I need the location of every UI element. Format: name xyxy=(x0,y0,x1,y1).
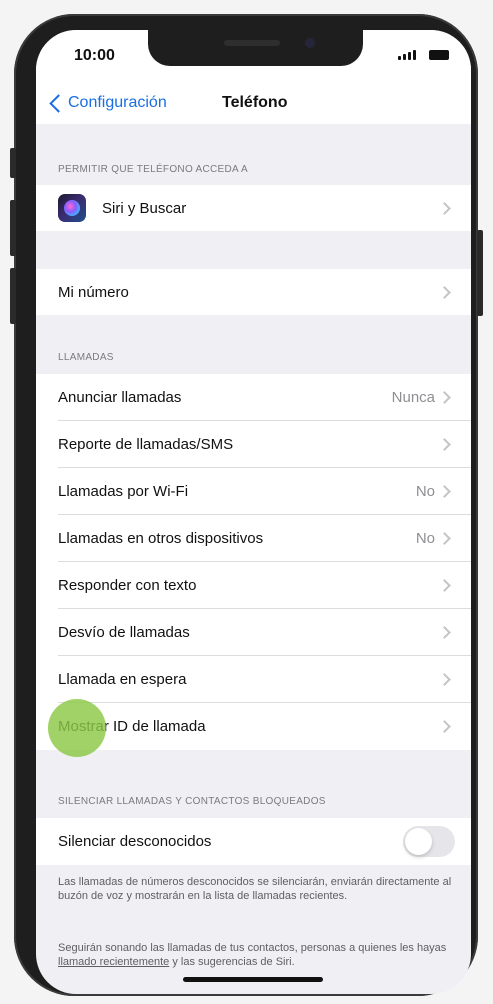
recent-calls-link[interactable]: llamado recientemente xyxy=(58,956,169,968)
row-my-number[interactable]: Mi número xyxy=(36,269,471,315)
chevron-right-icon xyxy=(438,532,451,545)
row-label: Anunciar llamadas xyxy=(58,389,182,406)
row-value: No xyxy=(415,530,435,547)
back-button-label: Configuración xyxy=(68,94,167,111)
chevron-right-icon xyxy=(438,579,451,592)
row-label: Mi número xyxy=(58,283,129,301)
row-label: Silenciar desconocidos xyxy=(58,833,212,850)
row-call-forwarding[interactable]: Desvío de llamadas xyxy=(36,609,471,656)
volume-down-button xyxy=(10,268,16,324)
chevron-right-icon xyxy=(438,485,451,498)
row-call-sms-report[interactable]: Reporte de llamadas/SMS xyxy=(36,421,471,468)
row-wifi-calling[interactable]: Llamadas por Wi-Fi No xyxy=(36,468,471,515)
row-label: Llamada en espera xyxy=(58,671,187,688)
chevron-right-icon xyxy=(438,201,451,215)
silence-unknown-toggle[interactable] xyxy=(403,826,455,857)
row-other-devices[interactable]: Llamadas en otros dispositivos No xyxy=(36,515,471,562)
siri-icon xyxy=(58,194,86,222)
chevron-right-icon xyxy=(438,626,451,639)
row-label: Desvío de llamadas xyxy=(58,624,190,641)
row-silence-unknown[interactable]: Silenciar desconocidos xyxy=(36,818,471,865)
chevron-right-icon xyxy=(438,391,451,404)
touch-indicator xyxy=(48,699,106,757)
row-siri-search[interactable]: Siri y Buscar xyxy=(36,185,471,231)
footnote-text: y las sugerencias de Siri. xyxy=(169,956,295,968)
row-value: Nunca xyxy=(391,389,435,406)
row-call-waiting[interactable]: Llamada en espera xyxy=(36,656,471,703)
navigation-bar: Configuración Teléfono xyxy=(36,82,471,124)
front-camera xyxy=(305,38,315,48)
section-header-calls: LLAMADAS xyxy=(58,352,114,363)
mute-switch xyxy=(10,148,16,178)
notch xyxy=(148,30,363,66)
page-title: Teléfono xyxy=(222,94,288,111)
chevron-right-icon xyxy=(438,673,451,686)
footnote-text: Seguirán sonando las llamadas de tus con… xyxy=(58,942,447,954)
volume-up-button xyxy=(10,200,16,256)
chevron-right-icon xyxy=(438,285,451,299)
chevron-right-icon xyxy=(438,438,451,451)
row-label: Llamadas por Wi-Fi xyxy=(58,483,189,500)
row-value: No xyxy=(415,483,435,500)
chevron-right-icon xyxy=(438,720,451,733)
silence-footnote-contacts: Seguirán sonando las llamadas de tus con… xyxy=(58,941,454,969)
row-label: Reporte de llamadas/SMS xyxy=(58,436,234,453)
back-button[interactable]: Configuración xyxy=(48,90,167,116)
section-header-allow-access: PERMITIR QUE TELÉFONO ACCEDA A xyxy=(58,164,248,175)
toggle-knob xyxy=(405,828,432,855)
cellular-signal-icon xyxy=(398,50,416,60)
row-label: Siri y Buscar xyxy=(102,199,187,217)
row-respond-with-text[interactable]: Responder con texto xyxy=(36,562,471,609)
screenshot-stage: 10:00 Configuración Teléfono PERMITIR QU… xyxy=(0,0,493,1004)
row-label: Llamadas en otros dispositivos xyxy=(58,530,264,547)
chevron-left-icon xyxy=(49,93,68,113)
home-indicator[interactable] xyxy=(183,977,323,982)
silence-footnote: Las llamadas de números desconocidos se … xyxy=(58,876,452,902)
battery-icon xyxy=(429,50,449,60)
power-button xyxy=(477,230,483,316)
status-time: 10:00 xyxy=(74,47,115,64)
row-announce-calls[interactable]: Anunciar llamadas Nunca xyxy=(36,374,471,421)
phone-screen: 10:00 Configuración Teléfono PERMITIR QU… xyxy=(36,30,471,994)
speaker-grille xyxy=(224,40,280,46)
row-label: Responder con texto xyxy=(58,577,197,594)
section-header-silence: SILENCIAR LLAMADAS Y CONTACTOS BLOQUEADO… xyxy=(58,796,326,807)
